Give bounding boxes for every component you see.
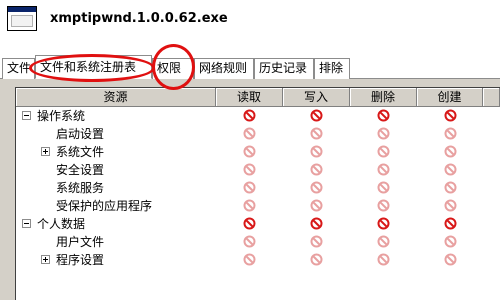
resource-label: 用户文件 <box>56 235 105 249</box>
deny-icon[interactable] <box>310 217 323 230</box>
deny-icon[interactable] <box>377 109 390 122</box>
resource-label: 受保护的应用程序 <box>56 199 153 213</box>
permissions-panel: 资源 读取 写入 删除 创建 操作系统启动设置系统文件安全设置系统服务受保护的应… <box>0 79 500 300</box>
deny-icon[interactable] <box>243 199 256 212</box>
column-header-resource[interactable]: 资源 <box>16 88 216 107</box>
deny-icon[interactable] <box>310 235 323 248</box>
deny-icon[interactable] <box>377 253 390 266</box>
column-header-create[interactable]: 创建 <box>417 88 483 107</box>
resource-permissions-grid: 资源 读取 写入 删除 创建 操作系统启动设置系统文件安全设置系统服务受保护的应… <box>15 87 500 300</box>
table-row[interactable]: 个人数据 <box>16 215 500 233</box>
deny-icon[interactable] <box>444 235 457 248</box>
resource-label: 个人数据 <box>37 217 86 231</box>
deny-icon[interactable] <box>377 163 390 176</box>
column-header-write[interactable]: 写入 <box>283 88 350 107</box>
deny-icon[interactable] <box>243 217 256 230</box>
tab-exclusions[interactable]: 排除 <box>314 58 350 79</box>
deny-icon[interactable] <box>243 109 256 122</box>
deny-icon[interactable] <box>243 163 256 176</box>
column-header-filler <box>483 88 500 107</box>
resource-label: 系统文件 <box>56 145 105 159</box>
table-row[interactable]: 启动设置 <box>16 125 500 143</box>
deny-icon[interactable] <box>243 145 256 158</box>
table-row[interactable]: 用户文件 <box>16 233 500 251</box>
deny-icon[interactable] <box>243 181 256 194</box>
deny-icon[interactable] <box>310 181 323 194</box>
deny-icon[interactable] <box>243 253 256 266</box>
table-row[interactable]: 受保护的应用程序 <box>16 197 500 215</box>
expand-plus-icon[interactable] <box>41 147 50 156</box>
tab-history[interactable]: 历史记录 <box>254 58 314 79</box>
deny-icon[interactable] <box>377 217 390 230</box>
table-row[interactable]: 系统服务 <box>16 179 500 197</box>
application-window-icon <box>7 6 37 31</box>
deny-icon[interactable] <box>377 199 390 212</box>
deny-icon[interactable] <box>377 145 390 158</box>
column-header-delete[interactable]: 删除 <box>350 88 417 107</box>
grid-header: 资源 读取 写入 删除 创建 <box>16 88 500 107</box>
deny-icon[interactable] <box>310 163 323 176</box>
deny-icon[interactable] <box>444 181 457 194</box>
deny-icon[interactable] <box>243 127 256 140</box>
collapse-minus-icon[interactable] <box>22 111 31 120</box>
resource-label: 系统服务 <box>56 181 105 195</box>
deny-icon[interactable] <box>310 127 323 140</box>
deny-icon[interactable] <box>377 235 390 248</box>
resource-label: 程序设置 <box>56 253 105 267</box>
deny-icon[interactable] <box>444 199 457 212</box>
deny-icon[interactable] <box>444 109 457 122</box>
deny-icon[interactable] <box>310 109 323 122</box>
table-row[interactable]: 系统文件 <box>16 143 500 161</box>
tab-bar: 文件 文件和系统注册表 权限 网络规则 历史记录 排除 <box>0 52 500 79</box>
tab-files[interactable]: 文件 <box>2 58 35 79</box>
tab-network-rules[interactable]: 网络规则 <box>194 58 254 79</box>
deny-icon[interactable] <box>377 127 390 140</box>
window-header: xmptipwnd.1.0.0.62.exe <box>0 0 500 52</box>
collapse-minus-icon[interactable] <box>22 219 31 228</box>
tab-files-and-registry[interactable]: 文件和系统注册表 <box>35 55 152 79</box>
deny-icon[interactable] <box>444 217 457 230</box>
deny-icon[interactable] <box>444 145 457 158</box>
deny-icon[interactable] <box>243 235 256 248</box>
resource-label: 操作系统 <box>37 109 86 123</box>
deny-icon[interactable] <box>310 145 323 158</box>
deny-icon[interactable] <box>444 253 457 266</box>
window-title: xmptipwnd.1.0.0.62.exe <box>50 11 228 26</box>
expand-plus-icon[interactable] <box>41 255 50 264</box>
resource-label: 安全设置 <box>56 163 105 177</box>
deny-icon[interactable] <box>310 199 323 212</box>
resource-label: 启动设置 <box>56 127 105 141</box>
table-row[interactable]: 安全设置 <box>16 161 500 179</box>
deny-icon[interactable] <box>310 253 323 266</box>
table-row[interactable]: 程序设置 <box>16 251 500 269</box>
deny-icon[interactable] <box>377 181 390 194</box>
column-header-read[interactable]: 读取 <box>216 88 283 107</box>
table-row[interactable]: 操作系统 <box>16 107 500 125</box>
deny-icon[interactable] <box>444 127 457 140</box>
tab-permissions[interactable]: 权限 <box>152 58 194 79</box>
deny-icon[interactable] <box>444 163 457 176</box>
